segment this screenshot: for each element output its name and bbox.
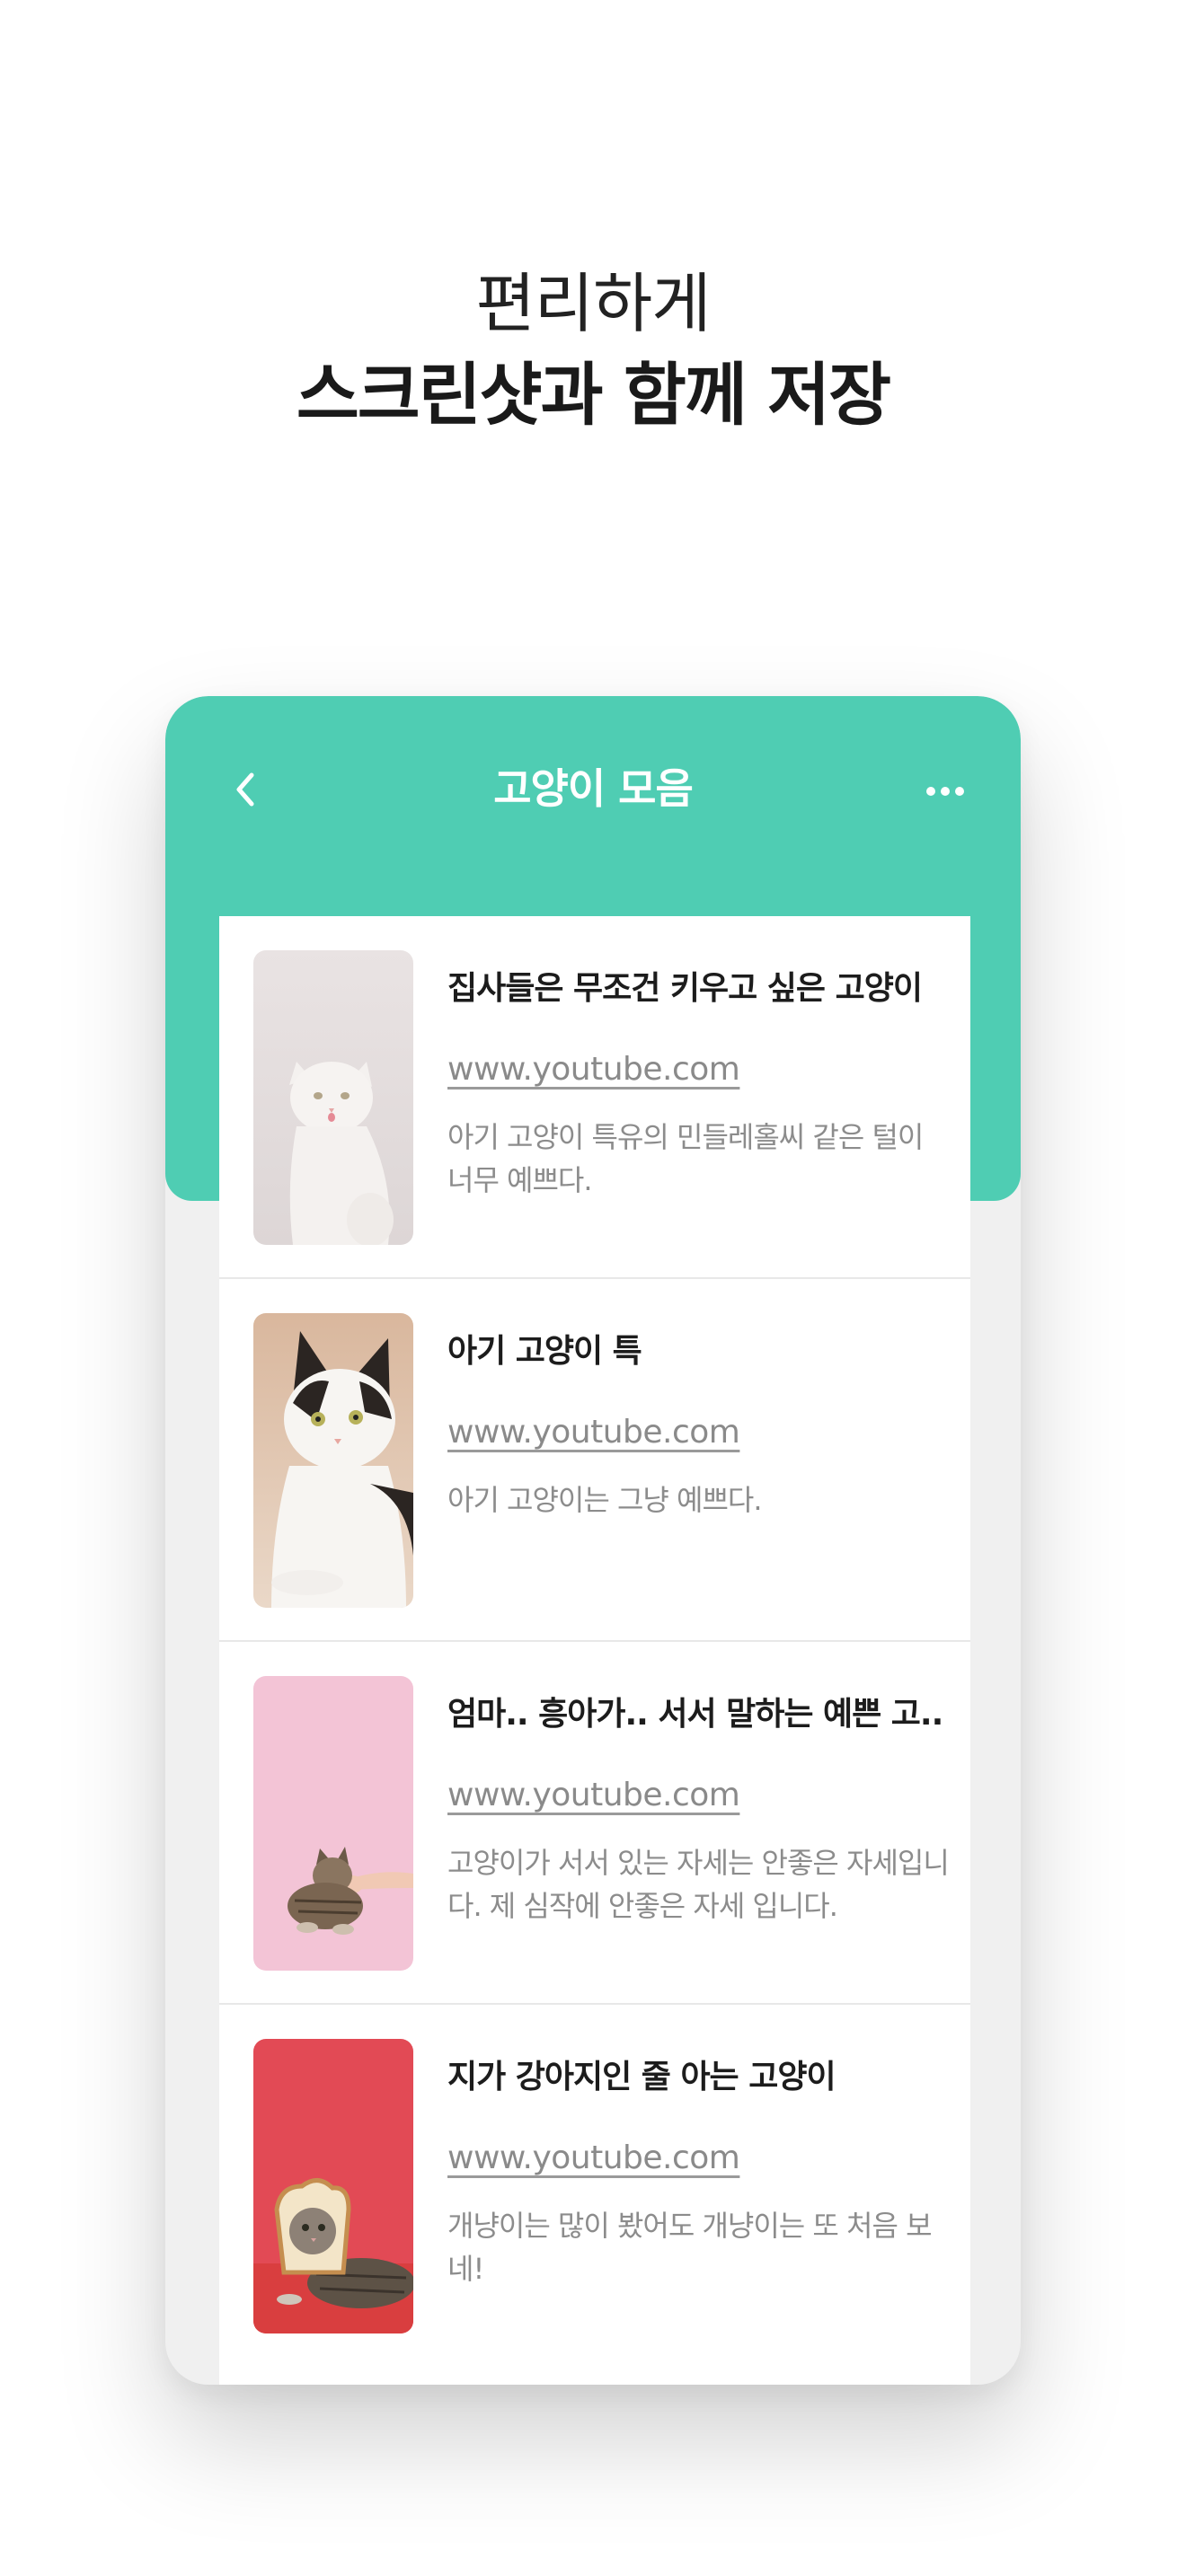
bookmark-list: 집사들은 무조건 키우고 싶은 고양이 www.youtube.com 아기 고… (219, 916, 970, 2385)
item-description: 개냥이는 많이 봤어도 개냥이는 또 처음 보네! (447, 2209, 933, 2286)
list-item[interactable]: 엄마.. 흥아가.. 서서 말하는 예쁜 고.. www.youtube.com… (219, 1642, 970, 2005)
list-item[interactable]: 지가 강아지인 줄 아는 고양이 www.youtube.com 개냥이는 많이… (219, 2005, 970, 2368)
more-horizontal-icon[interactable] (918, 779, 972, 804)
item-title: 엄마.. 흥아가.. 서서 말하는 예쁜 고.. (447, 1696, 943, 1733)
item-url-link[interactable]: www.youtube.com (447, 2136, 740, 2181)
list-item[interactable]: 집사들은 무조건 키우고 싶은 고양이 www.youtube.com 아기 고… (219, 916, 970, 1279)
item-description: 아기 고양이는 그냥 예쁘다. (447, 1483, 763, 1517)
item-url-link[interactable]: www.youtube.com (447, 1047, 740, 1092)
item-title: 지가 강아지인 줄 아는 고양이 (447, 2059, 836, 2095)
thumbnail-bicolor-cat (253, 1313, 413, 1608)
thumbnail-white-cat (253, 950, 413, 1245)
thumbnail-cat-pink-background (253, 1676, 413, 1971)
thumbnail-cat-bread-red-background (253, 2039, 413, 2333)
headline-line-1: 편리하게 (475, 266, 712, 341)
item-title: 아기 고양이 특 (447, 1333, 642, 1370)
phone-mockup: 고양이 모음 집사들은 무조건 키우고 싶은 고양이 www.youtube.c… (165, 696, 1021, 2385)
item-url-link[interactable]: www.youtube.com (447, 1773, 740, 1818)
list-item[interactable]: 아기 고양이 특 www.youtube.com 아기 고양이는 그냥 예쁘다. (219, 1279, 970, 1642)
item-description: 아기 고양이 특유의 민들레홀씨 같은 털이 너무 예쁘다. (447, 1120, 924, 1197)
headline: 편리하게 스크린샷과 함께 저장 (0, 260, 1186, 444)
item-url-link[interactable]: www.youtube.com (447, 1410, 740, 1455)
item-title: 집사들은 무조건 키우고 싶은 고양이 (447, 970, 923, 1007)
item-description: 고양이가 서서 있는 자세는 안좋은 자세입니다. 제 심작에 안좋은 자세 입… (447, 1846, 950, 1923)
page-title: 고양이 모음 (493, 764, 694, 813)
headline-line-2: 스크린샷과 함께 저장 (296, 355, 891, 435)
